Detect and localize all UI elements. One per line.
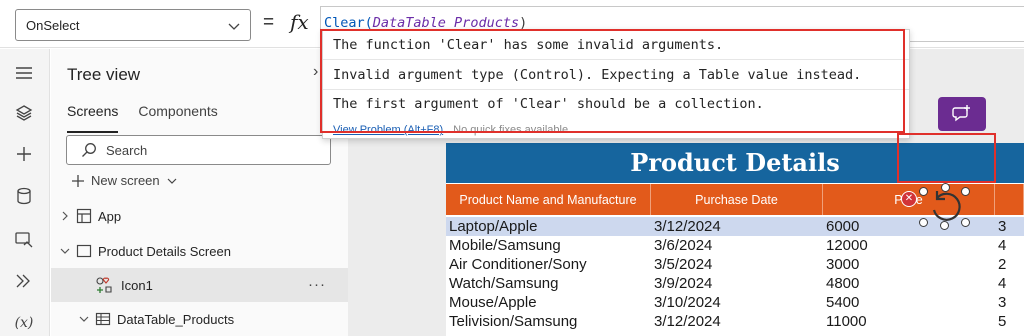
chevron-down-icon xyxy=(167,178,177,184)
error-message-2: Invalid argument type (Control). Expecti… xyxy=(333,67,862,83)
variables-icon[interactable]: (x) xyxy=(8,307,40,336)
tree-item-label: App xyxy=(98,208,122,224)
plus-icon[interactable] xyxy=(8,138,40,170)
table-cell: 3/12/2024 xyxy=(654,313,721,330)
table-cell: 3000 xyxy=(826,256,860,273)
table-cell: 3/10/2024 xyxy=(654,294,721,311)
table-cell: Laptop/Apple xyxy=(449,218,538,235)
tab-components[interactable]: Components xyxy=(138,103,217,127)
table-cell: 4 xyxy=(998,237,1007,254)
tab-screens[interactable]: Screens xyxy=(67,103,119,133)
table-body: Laptop/Apple 3/12/2024 6000 3 Mobile/Sam… xyxy=(446,217,1024,331)
tree-view-title: Tree view xyxy=(67,65,141,84)
tree-item-label: Icon1 xyxy=(121,277,153,293)
tooltip-footer: View Problem (Alt+F8) No quick fixes avai… xyxy=(333,124,568,136)
tree-item-datatable-products[interactable]: DataTable_Products xyxy=(51,302,348,336)
hamburger-icon[interactable] xyxy=(8,57,40,89)
table-cell: 3/5/2024 xyxy=(654,256,713,273)
banner-title: Product Details xyxy=(630,148,840,177)
comment-add-icon xyxy=(952,105,970,122)
equals-sign: = xyxy=(263,12,275,33)
table-cell: Watch/Samsung xyxy=(449,275,559,292)
chevron-right-icon xyxy=(62,211,68,221)
plus-icon xyxy=(72,174,84,187)
layers-icon[interactable] xyxy=(8,97,40,129)
database-icon[interactable] xyxy=(8,180,40,212)
formula-error-tooltip: The function 'Clear' has some invalid ar… xyxy=(322,29,910,139)
app-screen-preview: Product Details Product Name and Manufac… xyxy=(446,143,1024,336)
error-message-1: The function 'Clear' has some invalid ar… xyxy=(333,37,724,53)
tree-item-product-details-screen[interactable]: Product Details Screen xyxy=(51,234,348,268)
more-options-button[interactable]: ··· xyxy=(308,276,326,293)
table-cell: Mouse/Apple xyxy=(449,294,537,311)
advanced-tools-icon[interactable] xyxy=(8,265,40,297)
left-rail: (x) xyxy=(0,49,50,336)
media-icon[interactable] xyxy=(8,223,40,255)
new-screen-button[interactable]: New screen xyxy=(71,173,178,188)
table-row[interactable]: Mouse/Apple 3/10/2024 5400 3 xyxy=(446,293,1024,312)
search-placeholder: Search xyxy=(106,143,148,158)
error-icon[interactable]: ✕ xyxy=(901,191,917,207)
icon-control-icon xyxy=(96,277,112,293)
search-icon xyxy=(82,143,96,157)
selected-reset-icon[interactable] xyxy=(903,183,986,231)
table-cell: 11000 xyxy=(826,313,867,330)
resize-handle[interactable] xyxy=(961,187,970,196)
table-row[interactable]: Telivision/Samsung 3/12/2024 11000 5 xyxy=(446,312,1024,331)
table-cell: 3/12/2024 xyxy=(654,218,721,235)
table-cell: 2 xyxy=(998,256,1007,273)
property-dropdown[interactable]: OnSelect xyxy=(15,9,251,41)
tree-item-label: Product Details Screen xyxy=(98,243,231,259)
divider xyxy=(323,59,909,60)
table-row[interactable]: Watch/Samsung 3/9/2024 4800 4 xyxy=(446,274,1024,293)
table-row[interactable]: Mobile/Samsung 3/6/2024 12000 4 xyxy=(446,236,1024,255)
divider xyxy=(323,89,909,90)
table-cell: 3 xyxy=(998,294,1007,311)
resize-handle[interactable] xyxy=(919,187,928,196)
column-header[interactable]: Product Name and Manufacture xyxy=(446,184,651,215)
table-cell: Mobile/Samsung xyxy=(449,237,561,254)
column-header[interactable]: Purchase Date xyxy=(651,184,823,215)
table-row[interactable]: Air Conditioner/Sony 3/5/2024 3000 2 xyxy=(446,255,1024,274)
resize-handle[interactable] xyxy=(961,218,970,227)
resize-handle[interactable] xyxy=(940,221,949,230)
resize-handle[interactable] xyxy=(919,218,928,227)
data-table-icon xyxy=(95,312,111,326)
fx-label: fx xyxy=(290,10,309,34)
tree-item-icon1[interactable]: Icon1 ··· xyxy=(51,268,348,302)
tree-tabs: Screens Components xyxy=(67,103,218,133)
table-cell: Air Conditioner/Sony xyxy=(449,256,587,273)
collapse-panel-icon[interactable]: › xyxy=(313,63,318,81)
error-message-3: The first argument of 'Clear' should be … xyxy=(333,96,764,112)
table-cell: 3/9/2024 xyxy=(654,275,713,292)
table-cell: 12000 xyxy=(826,237,868,254)
table-cell: Telivision/Samsung xyxy=(449,313,578,330)
property-value: OnSelect xyxy=(26,18,80,33)
app-icon xyxy=(76,208,92,224)
table-cell: 4800 xyxy=(826,275,860,292)
title-banner: Product Details xyxy=(446,143,1024,183)
view-problem-link[interactable]: View Problem (Alt+F8) xyxy=(333,124,443,136)
chevron-down-icon xyxy=(60,248,70,254)
table-cell: 5 xyxy=(998,313,1007,330)
no-quick-fixes-text: No quick fixes available xyxy=(453,124,569,136)
tree-view-panel: Tree view › Screens Components Search Ne… xyxy=(51,49,348,336)
table-cell: 4 xyxy=(998,275,1007,292)
table-cell: 3/6/2024 xyxy=(654,237,713,254)
resize-handle[interactable] xyxy=(941,183,950,192)
chevron-down-icon xyxy=(228,23,240,30)
new-screen-label: New screen xyxy=(91,173,160,188)
tree-item-label: DataTable_Products xyxy=(117,311,235,327)
column-header[interactable] xyxy=(995,184,1024,215)
screen-icon xyxy=(76,244,92,258)
table-cell: 5400 xyxy=(826,294,860,311)
table-cell: 3 xyxy=(998,218,1007,235)
tree-item-app[interactable]: App xyxy=(51,199,348,233)
search-input[interactable]: Search xyxy=(66,135,331,165)
add-comment-button[interactable] xyxy=(938,97,986,131)
chevron-down-icon xyxy=(79,316,89,322)
